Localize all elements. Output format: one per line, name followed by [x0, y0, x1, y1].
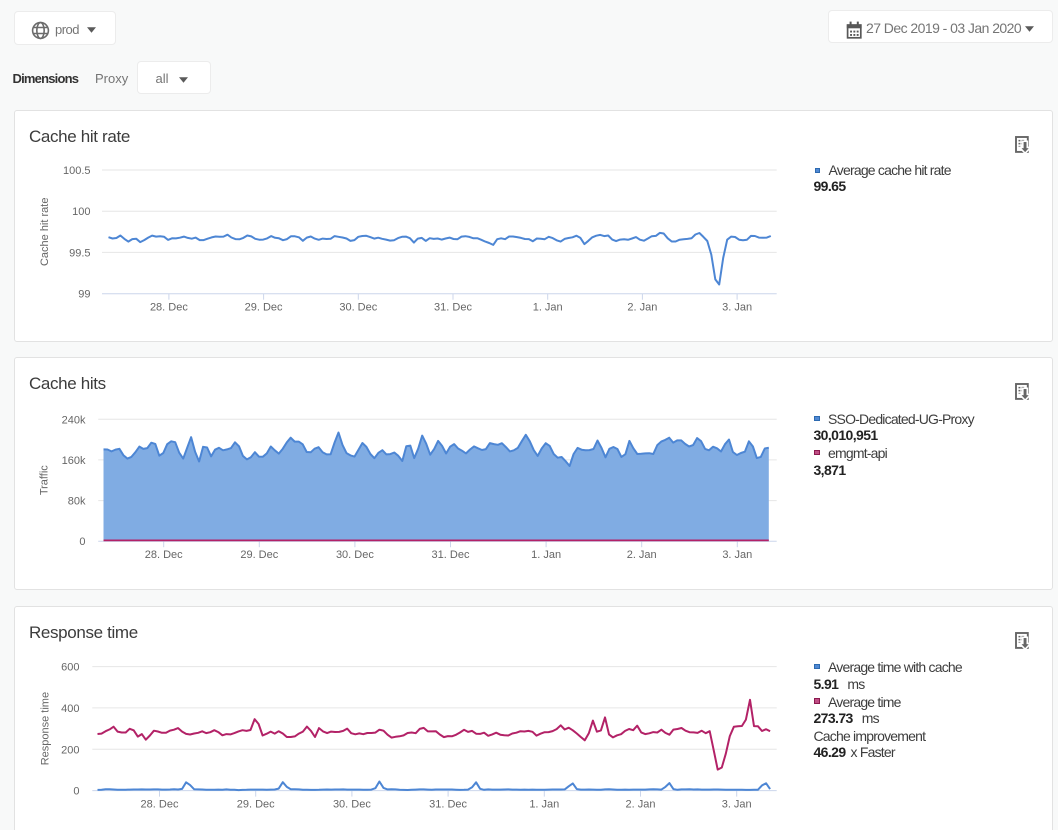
svg-text:30. Dec: 30. Dec: [335, 549, 373, 561]
svg-text:30. Dec: 30. Dec: [339, 301, 377, 313]
svg-text:3. Jan: 3. Jan: [722, 549, 752, 561]
svg-text:600: 600: [61, 661, 79, 673]
svg-text:2. Jan: 2. Jan: [627, 301, 657, 313]
svg-text:1. Jan: 1. Jan: [529, 798, 559, 810]
svg-text:3. Jan: 3. Jan: [721, 798, 751, 810]
svg-text:1. Jan: 1. Jan: [531, 549, 561, 561]
svg-text:28. Dec: 28. Dec: [144, 549, 182, 561]
svg-text:Cache hit rate: Cache hit rate: [39, 197, 51, 265]
svg-text:31. Dec: 31. Dec: [429, 798, 467, 810]
svg-text:0: 0: [79, 536, 85, 548]
svg-text:31. Dec: 31. Dec: [431, 549, 469, 561]
svg-text:100.5: 100.5: [62, 165, 90, 177]
svg-text:28. Dec: 28. Dec: [149, 301, 187, 313]
svg-text:1. Jan: 1. Jan: [532, 301, 562, 313]
svg-text:Response time: Response time: [39, 692, 51, 765]
svg-text:99: 99: [78, 288, 90, 300]
svg-text:400: 400: [61, 703, 79, 715]
svg-text:2. Jan: 2. Jan: [625, 798, 655, 810]
svg-text:160k: 160k: [61, 455, 85, 467]
svg-text:Traffic: Traffic: [38, 465, 50, 495]
svg-text:3. Jan: 3. Jan: [722, 301, 752, 313]
svg-text:29. Dec: 29. Dec: [244, 301, 282, 313]
svg-text:100: 100: [72, 206, 90, 218]
svg-text:240k: 240k: [61, 414, 85, 426]
svg-text:29. Dec: 29. Dec: [236, 798, 274, 810]
svg-text:28. Dec: 28. Dec: [140, 798, 178, 810]
svg-text:0: 0: [73, 785, 79, 797]
svg-text:2. Jan: 2. Jan: [626, 549, 656, 561]
svg-text:29. Dec: 29. Dec: [240, 549, 278, 561]
svg-text:80k: 80k: [67, 496, 85, 508]
svg-text:31. Dec: 31. Dec: [434, 301, 472, 313]
svg-text:99.5: 99.5: [69, 247, 90, 259]
svg-text:200: 200: [61, 744, 79, 756]
svg-text:30. Dec: 30. Dec: [332, 798, 370, 810]
